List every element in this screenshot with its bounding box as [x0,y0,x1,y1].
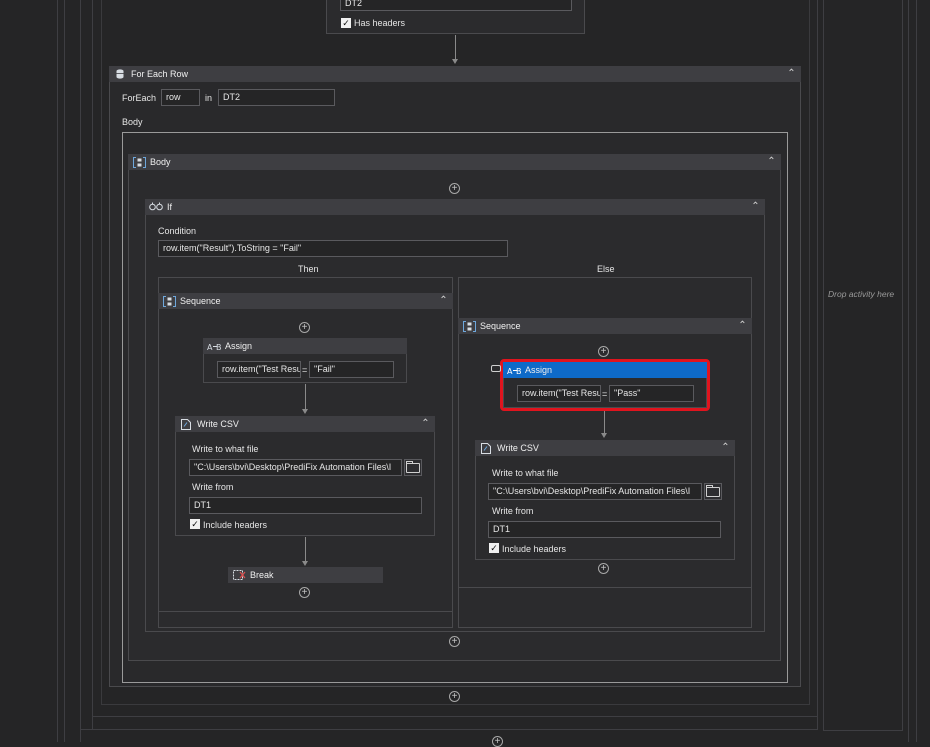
body-label: Body [122,117,143,127]
else-write-csv-activity[interactable] [475,440,735,560]
for-each-row-header[interactable]: For Each Row ⌃ [109,66,801,82]
drag-handle-icon[interactable] [491,365,501,372]
then-write-csv-title: Write CSV [197,419,239,429]
assign-value-field[interactable]: "Fail" [309,361,394,378]
svg-text:A: A [207,343,213,351]
condition-field[interactable]: row.item("Result").ToString = "Fail" [158,240,508,257]
svg-text:A: A [507,367,513,375]
else-label: Else [597,264,615,274]
write-from-label: Write from [192,482,234,492]
svg-text:B: B [216,343,221,351]
file-path-field[interactable]: "C:\Users\bvi\Desktop\PrediFix Automatio… [488,483,702,500]
outer-frame-line [57,0,58,742]
break-icon [232,569,246,581]
browse-folder-icon[interactable] [704,483,722,500]
include-headers-checkbox[interactable]: ✓ [190,519,200,529]
else-sequence-title: Sequence [480,321,521,331]
then-sequence-title: Sequence [180,296,221,306]
drop-zone-label: Drop activity here [828,289,895,299]
collapse-icon[interactable]: ⌃ [737,320,748,331]
collapse-icon[interactable]: ⌃ [720,442,731,453]
condition-label: Condition [158,226,197,236]
if-icon [149,201,163,213]
collapse-icon[interactable]: ⌃ [420,418,431,429]
add-activity-icon[interactable]: + [449,636,460,647]
else-write-csv-header[interactable]: Write CSV ⌃ [475,440,735,456]
svg-text:B: B [516,367,521,375]
for-each-row-title: For Each Row [131,69,189,79]
outer-frame-line [64,0,65,742]
in-label: in [205,93,213,103]
equals-label: = [602,389,608,399]
database-icon [113,68,127,80]
collection-field[interactable]: DT2 [218,89,335,106]
outer-frame-line [80,0,81,742]
has-headers-label: Has headers [354,18,406,28]
else-assign-title: Assign [525,365,553,375]
collapse-icon[interactable]: ⌃ [750,201,761,212]
outer-frame-line [80,729,818,730]
add-activity-icon[interactable]: + [299,587,310,598]
csv-file-icon [479,442,493,454]
equals-label: = [302,365,308,375]
has-headers-checkbox[interactable]: ✓ [341,18,351,28]
flow-arrow [302,537,308,566]
write-from-field[interactable]: DT1 [488,521,721,538]
then-write-csv-header[interactable]: Write CSV ⌃ [175,416,435,432]
assign-target-field[interactable]: row.item("Test Resu [517,385,601,402]
body-sequence-header[interactable]: Body ⌃ [128,154,781,170]
body-sequence-title: Body [150,157,171,167]
flow-arrow [601,411,607,438]
flow-arrow [452,35,458,64]
collapse-icon[interactable]: ⌃ [438,295,449,306]
add-activity-icon[interactable]: + [598,563,609,574]
else-assign-header[interactable]: AB Assign [503,362,707,378]
then-write-csv-activity[interactable] [175,416,435,536]
if-header[interactable]: If ⌃ [145,199,765,215]
include-headers-checkbox[interactable]: ✓ [489,543,499,553]
assign-icon: AB [507,364,521,376]
write-from-field[interactable]: DT1 [189,497,422,514]
collapse-icon[interactable]: ⌃ [786,68,797,79]
assign-target-field[interactable]: row.item("Test Resu [217,361,301,378]
browse-folder-icon[interactable] [404,459,422,476]
sequence-icon [162,295,176,307]
then-label: Then [298,264,319,274]
previous-activity[interactable]: DT2 ✓ Has headers [326,0,585,34]
else-sequence-header[interactable]: Sequence ⌃ [458,318,752,334]
break-activity[interactable]: Break [228,567,383,583]
write-from-label: Write from [492,506,534,516]
collapse-icon[interactable]: ⌃ [766,156,777,167]
then-assign-header[interactable]: AB Assign [203,338,407,354]
add-activity-icon[interactable]: + [299,322,310,333]
include-headers-label: Include headers [203,520,268,530]
item-variable-field[interactable]: row [161,89,200,106]
add-activity-icon[interactable]: + [449,183,460,194]
include-headers-label: Include headers [502,544,567,554]
add-activity-icon[interactable]: + [449,691,460,702]
sequence-icon [132,156,146,168]
else-write-csv-title: Write CSV [497,443,539,453]
file-label: Write to what file [492,468,559,478]
file-path-field[interactable]: "C:\Users\bvi\Desktop\PrediFix Automatio… [189,459,402,476]
add-activity-icon[interactable]: + [598,346,609,357]
break-title: Break [250,570,274,580]
outer-frame-line [916,0,917,742]
csv-file-icon [179,418,193,430]
file-label: Write to what file [192,444,259,454]
flow-arrow [302,384,308,414]
outer-frame-line [908,0,909,742]
datatable-field[interactable]: DT2 [340,0,572,11]
assign-icon: AB [207,340,221,352]
drop-zone[interactable]: Drop activity here [823,0,903,731]
then-assign-title: Assign [225,341,253,351]
sequence-icon [462,320,476,332]
if-title: If [167,202,173,212]
foreach-label: ForEach [122,93,157,103]
assign-value-field[interactable]: "Pass" [609,385,694,402]
then-sequence-header[interactable]: Sequence ⌃ [158,293,453,309]
